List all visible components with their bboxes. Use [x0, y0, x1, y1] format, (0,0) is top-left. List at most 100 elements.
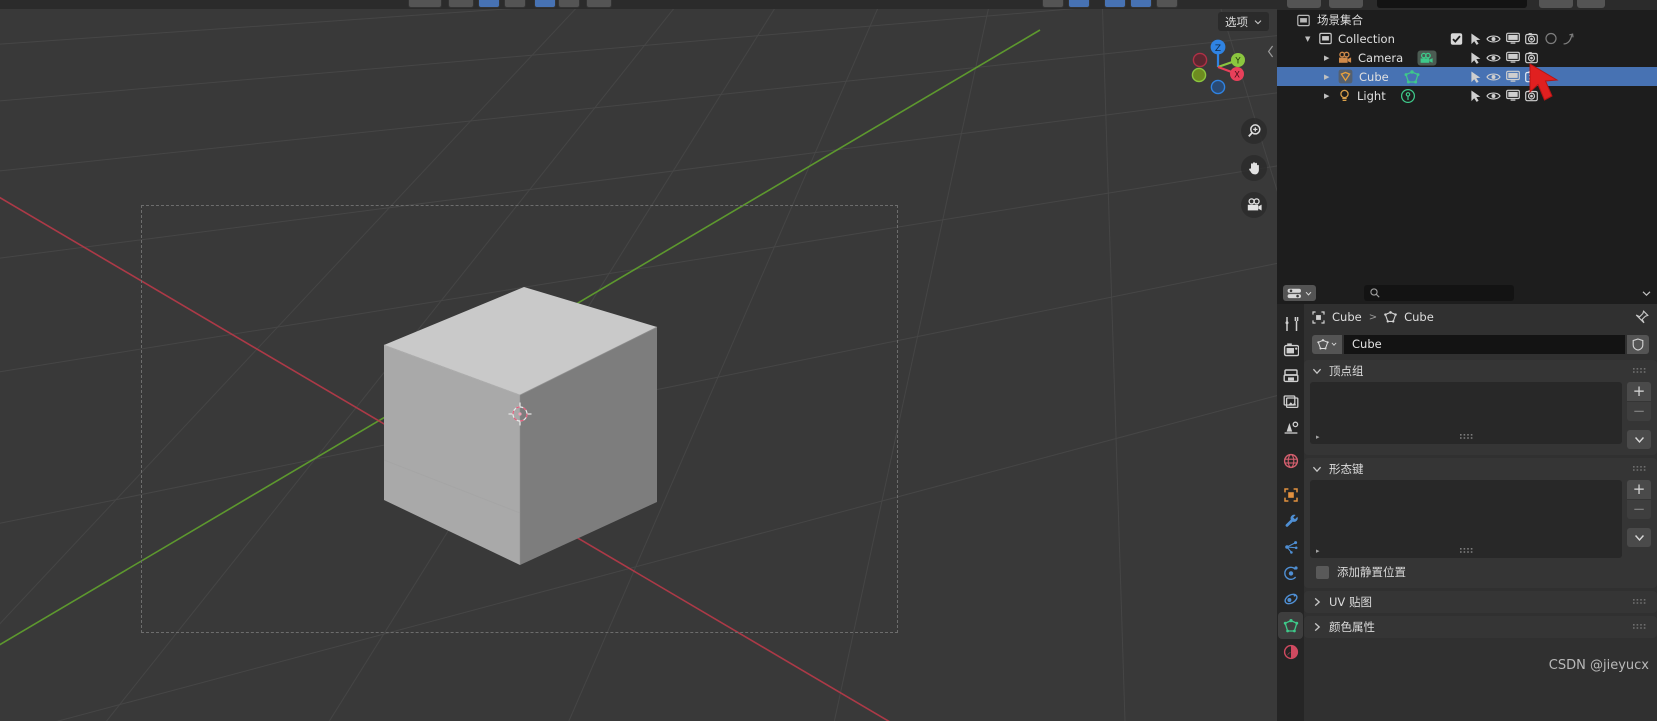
header-chip[interactable] — [558, 0, 580, 8]
add-vertex-group[interactable]: + — [1627, 382, 1651, 401]
shape-key-specials[interactable] — [1627, 528, 1651, 547]
outliner-row[interactable]: ▼ Collection — [1277, 29, 1657, 48]
properties-editor-type-button[interactable] — [1283, 285, 1316, 301]
panel-header-shape-keys[interactable]: 形态键 — [1304, 458, 1657, 480]
properties-tab-scene[interactable] — [1278, 414, 1303, 440]
remove-shape-key[interactable]: − — [1627, 500, 1651, 519]
outliner-scene-collection-row[interactable]: 场景集合 — [1277, 11, 1657, 29]
eye-icon[interactable] — [1486, 33, 1501, 44]
properties-tab-material[interactable] — [1278, 639, 1303, 665]
disclosure-triangle-closed[interactable]: ▶ — [1324, 54, 1332, 62]
outliner-restrict-toggle[interactable] — [1539, 0, 1573, 8]
vertex-group-specials[interactable] — [1627, 430, 1651, 449]
panel-header-vertex-groups[interactable]: 顶点组 — [1304, 360, 1657, 382]
outliner-toggle[interactable] — [1449, 31, 1464, 46]
breadcrumb-data-label[interactable]: Cube — [1404, 310, 1434, 324]
camera-render-icon[interactable] — [1525, 32, 1538, 45]
outliner-row[interactable]: ▶ Light — [1277, 86, 1657, 105]
outliner-row[interactable]: ▶ Cube — [1277, 67, 1657, 86]
checkbox-icon[interactable] — [1450, 32, 1463, 45]
add-rest-position-row[interactable]: 添加静置位置 — [1304, 558, 1657, 582]
outliner-toggle[interactable] — [1468, 31, 1483, 46]
shape-keys-list-footer[interactable]: ▸ — [1310, 544, 1622, 558]
mesh-name-field[interactable]: Cube — [1344, 334, 1625, 354]
monitor-icon[interactable] — [1505, 70, 1520, 83]
header-chip-active[interactable] — [534, 0, 556, 8]
navigation-gizmo[interactable]: Y X Z — [1189, 38, 1247, 96]
outliner-row[interactable]: ▶ Camera — [1277, 48, 1657, 67]
header-chip-active[interactable] — [478, 0, 500, 8]
outliner-search-input[interactable] — [1377, 0, 1527, 8]
outliner-filter-button[interactable] — [1329, 0, 1363, 8]
viewport-options-dropdown[interactable]: 选项 — [1218, 12, 1269, 31]
properties-tab-object-data[interactable] — [1278, 612, 1303, 639]
properties-tab-object[interactable] — [1278, 482, 1303, 508]
outliner-toggle[interactable] — [1486, 31, 1501, 46]
properties-tab-modifiers[interactable] — [1278, 508, 1303, 534]
eye-icon[interactable] — [1486, 52, 1501, 63]
camera-data-green-icon[interactable] — [1417, 50, 1437, 66]
header-chip[interactable] — [504, 0, 526, 8]
breadcrumb-object-label[interactable]: Cube — [1332, 310, 1362, 324]
outliner-toggle[interactable] — [1468, 50, 1483, 65]
camera-view-tool[interactable] — [1241, 192, 1267, 218]
eye-icon[interactable] — [1486, 71, 1501, 82]
eye-icon[interactable] — [1486, 90, 1501, 101]
outliner-display-mode-button[interactable] — [1287, 0, 1321, 8]
fake-user-button[interactable] — [1627, 334, 1649, 354]
properties-tab-tool[interactable] — [1278, 310, 1303, 336]
properties-tab-view-layer[interactable] — [1278, 388, 1303, 414]
shape-keys-list[interactable]: ▸ — [1310, 480, 1622, 558]
vertex-groups-list-footer[interactable]: ▸ — [1310, 430, 1622, 444]
cursor-arrow-icon[interactable] — [1470, 51, 1482, 64]
list-expand-arrow[interactable]: ▸ — [1316, 547, 1320, 555]
list-expand-arrow[interactable]: ▸ — [1316, 433, 1320, 441]
properties-tab-physics[interactable] — [1278, 560, 1303, 586]
outliner-toggle[interactable] — [1468, 69, 1483, 84]
cursor-arrow-icon[interactable] — [1470, 89, 1482, 102]
header-chip-active[interactable] — [1068, 0, 1090, 8]
remove-vertex-group[interactable]: − — [1627, 402, 1651, 421]
outliner-toggle[interactable] — [1486, 69, 1501, 84]
outliner-toggle[interactable] — [1468, 88, 1483, 103]
outliner-toggle[interactable] — [1505, 88, 1520, 103]
properties-tab-world[interactable] — [1278, 448, 1303, 474]
holdout-circle-icon[interactable] — [1544, 32, 1557, 45]
cursor-arrow-icon[interactable] — [1470, 70, 1482, 83]
header-chip-active[interactable] — [1104, 0, 1126, 8]
cursor-arrow-icon[interactable] — [1470, 32, 1482, 45]
add-shape-key[interactable]: + — [1627, 480, 1651, 499]
monitor-icon[interactable] — [1505, 32, 1520, 45]
panel-header-uv-maps[interactable]: UV 贴图 — [1304, 591, 1657, 613]
header-chip[interactable] — [408, 0, 442, 8]
properties-header-chevron-down-icon[interactable] — [1642, 289, 1651, 298]
pan-tool[interactable] — [1241, 155, 1267, 181]
browse-mesh-data-button[interactable] — [1312, 334, 1342, 354]
outliner-toggle[interactable] — [1486, 88, 1501, 103]
header-chip[interactable] — [1156, 0, 1178, 8]
disclosure-triangle-closed[interactable]: ▶ — [1324, 92, 1332, 100]
light-data-green-icon[interactable] — [1400, 88, 1416, 104]
panel-header-color-attributes[interactable]: 颜色属性 — [1304, 616, 1657, 638]
properties-tab-constraints[interactable] — [1278, 586, 1303, 612]
zoom-tool[interactable] — [1241, 118, 1267, 144]
disclosure-triangle-closed[interactable]: ▶ — [1324, 73, 1332, 81]
properties-tab-particles[interactable] — [1278, 534, 1303, 560]
outliner-toggle[interactable] — [1505, 69, 1520, 84]
3d-viewport[interactable]: 选项 Y X Z — [0, 0, 1277, 721]
properties-tab-output[interactable] — [1278, 362, 1303, 388]
header-chip[interactable] — [586, 0, 612, 8]
indirect-only-arrow-icon[interactable] — [1562, 32, 1575, 45]
properties-tab-render[interactable] — [1278, 336, 1303, 362]
outliner-toggle[interactable] — [1561, 31, 1576, 46]
pin-icon[interactable] — [1635, 310, 1649, 324]
header-chip[interactable] — [448, 0, 474, 8]
header-chip[interactable] — [1042, 0, 1064, 8]
sidebar-collapse-arrow[interactable] — [1267, 45, 1275, 61]
outliner-toggle[interactable] — [1505, 31, 1520, 46]
outliner-new-collection-button[interactable] — [1577, 0, 1605, 8]
properties-search-input[interactable] — [1364, 285, 1514, 301]
vertex-groups-list[interactable]: ▸ — [1310, 382, 1622, 444]
header-chip-active[interactable] — [1130, 0, 1152, 8]
outliner-toggle[interactable] — [1505, 50, 1520, 65]
